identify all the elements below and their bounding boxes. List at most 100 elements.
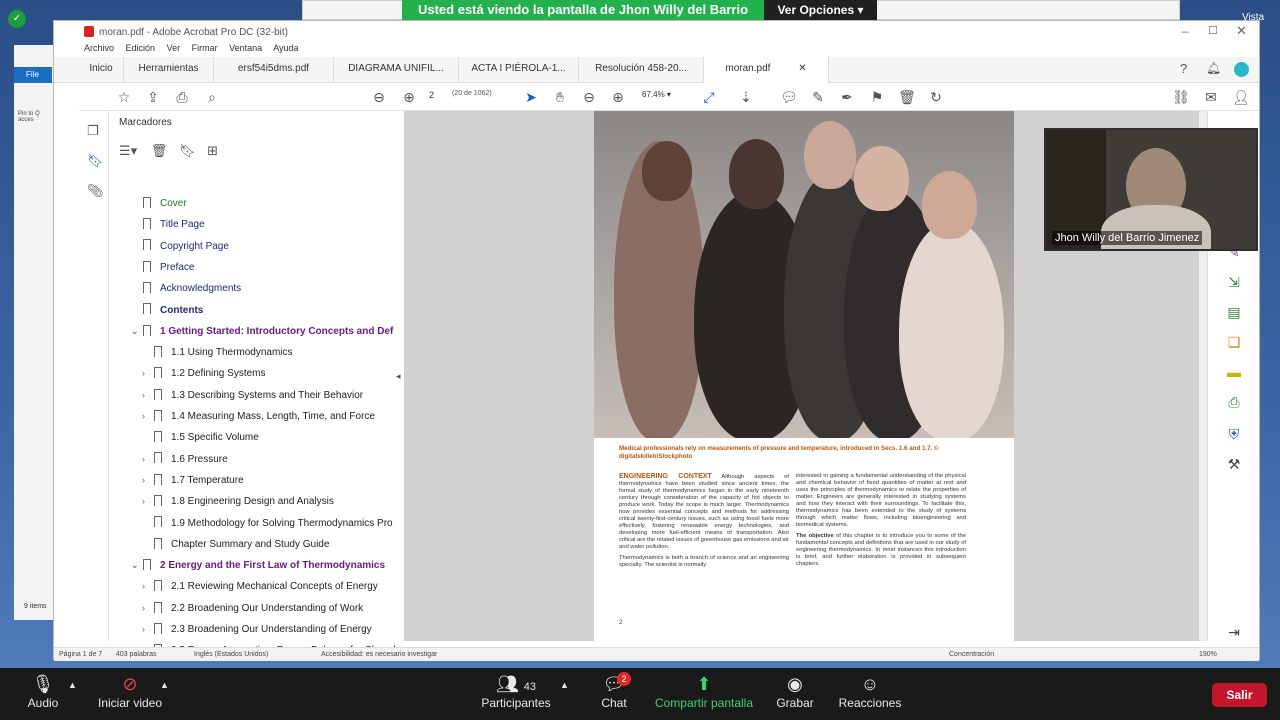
status-focus[interactable]: Concentración <box>949 648 994 662</box>
attachment-icon[interactable]: 📎︎ <box>87 183 104 199</box>
comment-icon[interactable]: 💬︎ <box>779 87 799 107</box>
bookmark-item[interactable]: › 1.6 Pressure <box>142 449 419 470</box>
leave-meeting-button[interactable]: Salir <box>1212 683 1267 707</box>
options-icon[interactable]: ☰▾ <box>119 143 137 158</box>
highlight-icon[interactable]: ✎ <box>808 87 828 107</box>
chevron-right-icon[interactable]: › <box>142 619 154 640</box>
delete-icon[interactable]: 🗑︎ <box>897 87 917 107</box>
status-accessibility[interactable]: Accesibilidad: es necesario investigar <box>321 648 437 662</box>
share-screen-button[interactable]: ⬆ Compartir pantalla <box>652 668 756 720</box>
bookmark-item[interactable]: › 1.7 Temperature <box>142 470 419 491</box>
upload-icon[interactable]: ⇪ <box>143 87 163 107</box>
profile-icon[interactable] <box>1234 62 1249 77</box>
bookmark-icon[interactable]: 🔖︎ <box>87 153 104 169</box>
scroll-mode-icon[interactable]: ⇣ <box>736 87 756 107</box>
chevron-right-icon[interactable]: › <box>142 363 154 384</box>
user-icon[interactable]: 👤︎ <box>1231 87 1251 107</box>
bookmark-item[interactable]: Preface <box>143 257 431 278</box>
delete-bookmark-icon[interactable]: 🗑︎ <box>151 143 168 158</box>
chevron-down-icon[interactable]: ⌄ <box>131 321 143 342</box>
bell-icon[interactable]: 🔔︎ <box>1206 61 1221 75</box>
tab-inicio[interactable]: Inicio <box>79 57 124 83</box>
tab-acta[interactable]: ACTA I PIÉROLA-1... <box>459 57 579 83</box>
chevron-right-icon[interactable]: › <box>142 385 154 406</box>
new-bookmark-icon[interactable]: 🔖︎ <box>179 143 196 158</box>
star-icon[interactable]: ☆ <box>114 87 134 107</box>
bookmark-item[interactable]: 1.9 Methodology for Solving Thermodynami… <box>154 513 431 534</box>
export-pdf-icon[interactable]: ⇲ <box>1223 271 1245 293</box>
bookmark-item[interactable]: Acknowledgments <box>143 278 431 299</box>
link-icon[interactable]: ⛓︎ <box>1171 87 1191 107</box>
bookmark-item[interactable]: Contents <box>143 300 431 321</box>
menu-edicion[interactable]: Edición <box>126 43 156 53</box>
maximize-button[interactable]: ☐ <box>1208 24 1218 37</box>
expand-bookmark-icon[interactable]: ⊞ <box>207 143 218 158</box>
reactions-button[interactable]: ☺ Reacciones <box>838 668 902 720</box>
bookmark-item[interactable]: Cover <box>143 193 431 214</box>
menu-ayuda[interactable]: Ayuda <box>273 43 298 53</box>
page-number-input[interactable]: 2 <box>429 90 443 100</box>
prev-page-icon[interactable]: ⊖ <box>369 87 389 107</box>
bookmark-item[interactable]: ⌄ 1 Getting Started: Introductory Concept… <box>131 321 419 342</box>
stamp-icon[interactable]: ⚑ <box>867 87 887 107</box>
chevron-right-icon[interactable]: › <box>142 470 154 491</box>
zoom-in-icon[interactable]: ⊕ <box>608 87 628 107</box>
close-tab-icon[interactable]: ✕ <box>798 63 806 74</box>
bookmark-item[interactable]: Title Page <box>143 214 431 235</box>
chevron-right-icon[interactable]: › <box>142 491 154 512</box>
bookmark-item[interactable]: › 1.3 Describing Systems and Their Behavi… <box>142 385 419 406</box>
more-tools-icon[interactable]: ⚒ <box>1223 453 1245 475</box>
bookmark-item[interactable]: 1.5 Specific Volume <box>154 427 431 448</box>
chevron-right-icon[interactable]: › <box>142 449 154 470</box>
file-tab[interactable]: File <box>14 67 52 83</box>
status-language[interactable]: Inglés (Estados Unidos) <box>194 648 268 662</box>
collapse-left-icon[interactable]: ◂ <box>396 371 401 382</box>
fit-page-icon[interactable]: ⤢ <box>699 87 719 107</box>
protect-icon[interactable]: ⛨ <box>1223 423 1245 445</box>
tab-diagrama[interactable]: DIAGRAMA UNIFIL... <box>334 57 459 83</box>
cursor-icon[interactable]: ➤ <box>521 87 541 107</box>
bookmark-item[interactable]: › 1.2 Defining Systems <box>142 363 419 384</box>
video-options-caret[interactable]: ▲ <box>160 680 169 690</box>
help-icon[interactable]: ? <box>1180 61 1187 76</box>
combine-icon[interactable]: ❏ <box>1223 331 1245 353</box>
hand-icon[interactable]: ✋︎ <box>550 87 570 107</box>
bookmark-item[interactable]: › 1.4 Measuring Mass, Length, Time, and F… <box>142 406 419 427</box>
bookmark-item[interactable]: Chapter Summary and Study Guide <box>154 534 431 555</box>
chevron-right-icon[interactable]: › <box>142 576 154 597</box>
bookmark-item[interactable]: ⌄ 2 Energy and the First Law of Thermodyn… <box>131 555 419 576</box>
bookmark-item[interactable]: 1.1 Using Thermodynamics <box>154 342 431 363</box>
menu-ventana[interactable]: Ventana <box>229 43 262 53</box>
bookmark-item[interactable]: › 2.2 Broadening Our Understanding of Wor… <box>142 598 419 619</box>
audio-button[interactable]: 🎙︎ Audio <box>22 668 64 720</box>
chevron-right-icon[interactable]: › <box>142 598 154 619</box>
scan-icon[interactable]: ⎙ <box>1223 391 1245 413</box>
chevron-down-icon[interactable]: ⌄ <box>131 555 143 576</box>
bookmark-item[interactable]: › 1.8 Engineering Design and Analysis <box>142 491 419 512</box>
record-button[interactable]: ◉ Grabar <box>776 668 814 720</box>
minimize-button[interactable]: – <box>1182 24 1189 38</box>
mail-icon[interactable]: ✉ <box>1201 87 1221 107</box>
tab-moran[interactable]: moran.pdf ✕ <box>704 57 829 83</box>
start-video-button[interactable]: ⊘ Iniciar video <box>95 668 165 720</box>
expand-rail-icon[interactable]: ⇥ <box>1223 621 1245 643</box>
menu-ver[interactable]: Ver <box>167 43 181 53</box>
menu-archivo[interactable]: Archivo <box>84 43 114 53</box>
close-window-button[interactable]: ✕ <box>1236 23 1247 39</box>
chevron-right-icon[interactable]: › <box>142 406 154 427</box>
comment-tool-icon[interactable]: ▬ <box>1223 361 1245 383</box>
tab-herramientas[interactable]: Herramientas <box>124 57 214 83</box>
sign-icon[interactable]: ✒ <box>837 87 857 107</box>
participants-button[interactable]: 👥︎ 43 Participantes <box>480 668 552 720</box>
view-options-button[interactable]: Ver Opciones ▾ <box>764 0 877 20</box>
tab-resolucion[interactable]: Resolución 458-20... <box>579 57 704 83</box>
zoom-level-select[interactable]: 67.4% ▾ <box>642 90 671 99</box>
bookmark-item[interactable]: Copyright Page <box>143 236 431 257</box>
participant-video[interactable]: Jhon Willy del Barrio Jimenez <box>1044 128 1258 251</box>
pages-icon[interactable]: ❐ <box>87 123 99 139</box>
audio-options-caret[interactable]: ▲ <box>68 680 77 690</box>
menu-firmar[interactable]: Firmar <box>192 43 218 53</box>
search-icon[interactable]: ⌕ <box>202 87 222 107</box>
rotate-icon[interactable]: ↻ <box>926 87 946 107</box>
next-page-icon[interactable]: ⊕ <box>399 87 419 107</box>
